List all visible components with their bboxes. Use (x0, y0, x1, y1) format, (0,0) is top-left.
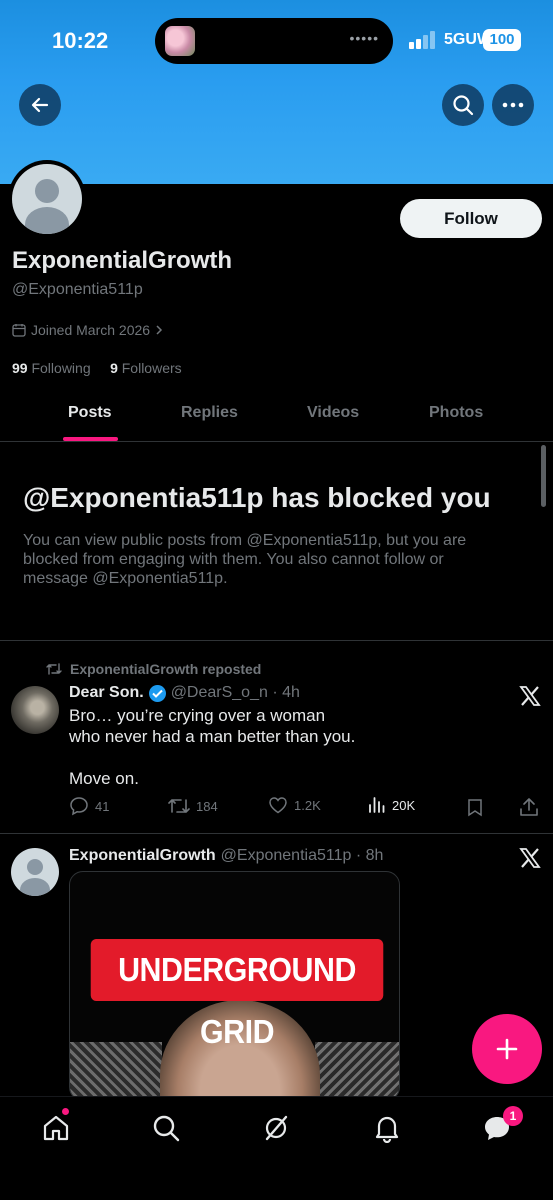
bottom-navigation (0, 1096, 553, 1200)
following-link[interactable]: 99 Following (12, 360, 91, 376)
calendar-icon (12, 324, 26, 337)
post-handle-time: @DearS_o_n · 4h (170, 684, 300, 701)
search-icon (453, 95, 474, 116)
x-logo-icon (519, 848, 541, 868)
post-media[interactable]: UNDERGROUND GRID (69, 871, 400, 1101)
more-options-button[interactable] (492, 84, 534, 126)
post-author[interactable]: Dear Son. (69, 684, 144, 702)
divider (0, 640, 553, 641)
tab-posts[interactable]: Posts (68, 404, 112, 422)
back-arrow-icon (31, 97, 49, 113)
verified-badge-icon (148, 684, 166, 702)
post-text: Bro… you’re crying over a woman who neve… (69, 706, 356, 788)
tab-videos[interactable]: Videos (307, 404, 359, 422)
profile-handle: @Exponentia511p (12, 281, 143, 298)
bookmark-icon[interactable] (467, 798, 483, 817)
reply-icon (70, 797, 88, 816)
tab-photos[interactable]: Photos (429, 404, 483, 422)
reply-button[interactable]: 41 (69, 796, 109, 816)
repost-label: ExponentialGrowth reposted (70, 661, 262, 677)
views-button[interactable]: 20K (368, 796, 415, 814)
home-notification-dot (62, 1108, 69, 1115)
messages-badge: 1 (503, 1106, 523, 1126)
search-nav-icon[interactable] (151, 1113, 181, 1143)
dynamic-island[interactable]: ••••• (155, 18, 393, 64)
follow-counts: 99 Following 9 Followers (12, 360, 182, 376)
post-header: ExponentialGrowth @Exponentia511p · 8h (69, 847, 383, 865)
profile-tabs: Posts Replies Videos Photos (0, 390, 553, 442)
compose-button[interactable] (472, 1014, 542, 1084)
back-button[interactable] (19, 84, 61, 126)
post-handle-time: @Exponentia511p · 8h (220, 847, 384, 864)
x-logo-icon (519, 686, 541, 706)
heart-icon (269, 797, 287, 814)
repost-icon (46, 663, 62, 675)
blocked-title: @Exponentia511p has blocked you (23, 482, 491, 513)
notifications-bell-icon[interactable] (372, 1113, 402, 1143)
signal-icon (409, 31, 437, 49)
blocked-description: You can view public posts from @Exponent… (23, 532, 467, 587)
joined-label: Joined March 2026 (31, 322, 151, 338)
repost-count: 184 (196, 798, 218, 814)
post-author[interactable]: ExponentialGrowth (69, 847, 216, 865)
repost-indicator[interactable]: ExponentialGrowth reposted (46, 661, 261, 677)
divider (0, 833, 553, 834)
joined-date[interactable]: Joined March 2026 (12, 322, 163, 338)
like-button[interactable]: 1.2K (268, 796, 321, 814)
like-count: 1.2K (294, 797, 321, 813)
home-icon[interactable] (41, 1113, 71, 1143)
tab-replies[interactable]: Replies (181, 404, 238, 422)
post-actions: 41 184 1.2K 20K (69, 796, 544, 820)
chevron-right-icon (156, 325, 163, 335)
follow-button[interactable]: Follow (400, 199, 542, 238)
now-playing-thumbnail (165, 26, 195, 56)
status-time: 10:22 (52, 28, 109, 53)
media-background-art (70, 1042, 162, 1100)
repost-button[interactable]: 184 (168, 796, 218, 816)
followers-link[interactable]: 9 Followers (110, 360, 182, 376)
audio-wave-icon: ••••• (349, 30, 379, 46)
share-icon[interactable] (519, 797, 539, 817)
post-avatar[interactable] (11, 686, 59, 734)
profile-display-name: ExponentialGrowth (12, 247, 233, 274)
media-caption: UNDERGROUND GRID (90, 939, 384, 1050)
reply-count: 41 (95, 798, 110, 814)
scrollbar[interactable] (541, 445, 546, 507)
profile-avatar[interactable] (8, 160, 86, 238)
grok-icon[interactable] (261, 1113, 291, 1143)
more-icon (502, 102, 524, 108)
battery-indicator: 100 (483, 29, 521, 51)
post-header: Dear Son. @DearS_o_n · 4h (69, 684, 300, 702)
views-count: 20K (392, 797, 416, 813)
views-chart-icon (369, 797, 385, 813)
post-avatar[interactable] (11, 848, 59, 896)
media-background-art (315, 1042, 399, 1100)
repost-icon (168, 799, 190, 813)
search-button[interactable] (442, 84, 484, 126)
plus-icon (496, 1038, 518, 1060)
active-tab-indicator (63, 437, 118, 441)
